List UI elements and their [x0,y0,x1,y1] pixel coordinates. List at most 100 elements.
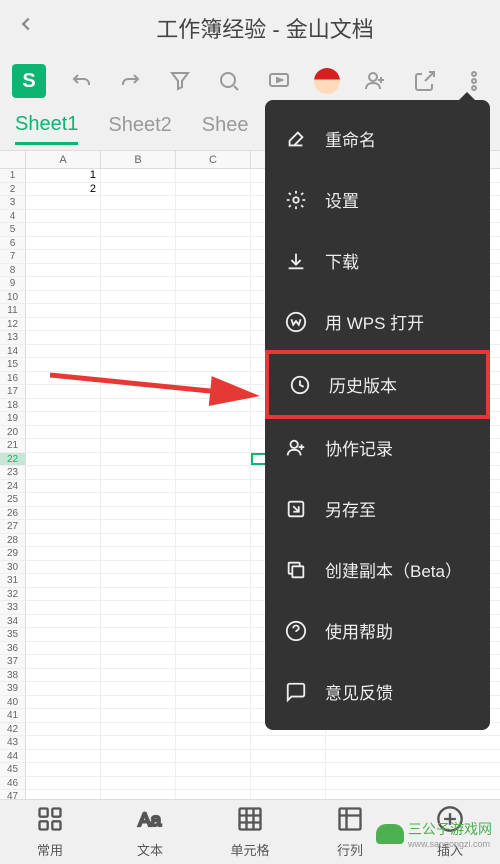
row-header[interactable]: 7 [0,250,26,263]
row-header[interactable]: 27 [0,520,26,533]
row-header[interactable]: 34 [0,615,26,628]
cell[interactable] [251,750,326,763]
cell[interactable] [26,682,101,695]
corner-cell[interactable] [0,151,26,168]
search-icon[interactable] [215,67,243,95]
cell[interactable] [176,615,251,628]
cell[interactable]: 2 [26,183,101,196]
cell[interactable] [101,642,176,655]
cell[interactable] [101,750,176,763]
cell[interactable] [176,223,251,236]
cell[interactable] [101,466,176,479]
row-header[interactable]: 12 [0,318,26,331]
cell[interactable] [26,250,101,263]
row-header[interactable]: 11 [0,304,26,317]
cell[interactable] [26,453,101,466]
cell[interactable] [101,655,176,668]
nav-grid[interactable]: 常用 [0,800,100,864]
cell[interactable] [26,723,101,736]
table-row[interactable]: 44 [0,750,500,764]
table-row[interactable]: 45 [0,763,500,777]
cell[interactable] [26,304,101,317]
tab-sheet3[interactable]: Shee [202,114,249,143]
cell[interactable] [26,264,101,277]
cell[interactable] [26,331,101,344]
row-header[interactable]: 16 [0,372,26,385]
cell[interactable] [176,750,251,763]
cell[interactable] [176,696,251,709]
cell[interactable] [176,304,251,317]
row-header[interactable]: 8 [0,264,26,277]
row-header[interactable]: 9 [0,277,26,290]
menu-history[interactable]: 历史版本 [265,350,490,419]
cell[interactable] [176,642,251,655]
row-header[interactable]: 22 [0,453,26,466]
cell[interactable] [26,493,101,506]
cell[interactable] [176,723,251,736]
row-header[interactable]: 40 [0,696,26,709]
menu-help[interactable]: 使用帮助 [265,600,490,661]
cell[interactable] [176,601,251,614]
cell[interactable] [176,547,251,560]
cell[interactable] [101,777,176,790]
row-header[interactable]: 43 [0,736,26,749]
row-header[interactable]: 3 [0,196,26,209]
row-header[interactable]: 44 [0,750,26,763]
row-header[interactable]: 42 [0,723,26,736]
cell[interactable] [101,682,176,695]
cell[interactable] [26,210,101,223]
cell[interactable] [101,331,176,344]
table-row[interactable]: 46 [0,777,500,791]
cell[interactable] [101,763,176,776]
menu-collab[interactable]: 协作记录 [265,417,490,478]
row-header[interactable]: 29 [0,547,26,560]
undo-icon[interactable] [67,67,95,95]
cell[interactable] [26,345,101,358]
cell[interactable] [251,777,326,790]
cell[interactable] [26,777,101,790]
cell[interactable] [26,277,101,290]
row-header[interactable]: 20 [0,426,26,439]
cell[interactable] [101,696,176,709]
tab-sheet2[interactable]: Sheet2 [108,114,171,143]
cell[interactable] [26,709,101,722]
cell[interactable] [101,426,176,439]
cell[interactable] [101,345,176,358]
cell[interactable] [176,534,251,547]
cell[interactable] [176,763,251,776]
add-user-icon[interactable] [361,67,389,95]
filter-icon[interactable] [166,67,194,95]
row-header[interactable]: 41 [0,709,26,722]
cell[interactable] [176,358,251,371]
col-c[interactable]: C [176,151,251,168]
cell[interactable] [101,237,176,250]
cell[interactable] [101,493,176,506]
col-a[interactable]: A [26,151,101,168]
nav-text[interactable]: Aa文本 [100,800,200,864]
cell[interactable] [101,736,176,749]
cell[interactable] [26,439,101,452]
cell[interactable] [101,669,176,682]
cell[interactable] [176,493,251,506]
row-header[interactable]: 14 [0,345,26,358]
cell[interactable] [176,655,251,668]
cell[interactable]: 1 [26,169,101,182]
row-header[interactable]: 35 [0,628,26,641]
menu-saveas[interactable]: 另存至 [265,478,490,539]
cell[interactable] [101,534,176,547]
cell[interactable] [26,237,101,250]
cell[interactable] [26,628,101,641]
cell[interactable] [176,628,251,641]
cell[interactable] [101,318,176,331]
cell[interactable] [176,237,251,250]
row-header[interactable]: 31 [0,574,26,587]
row-header[interactable]: 39 [0,682,26,695]
cell[interactable] [176,669,251,682]
cell[interactable] [176,318,251,331]
cell[interactable] [101,250,176,263]
cell[interactable] [26,318,101,331]
col-b[interactable]: B [101,151,176,168]
cell[interactable] [26,561,101,574]
cell[interactable] [101,628,176,641]
row-header[interactable]: 30 [0,561,26,574]
